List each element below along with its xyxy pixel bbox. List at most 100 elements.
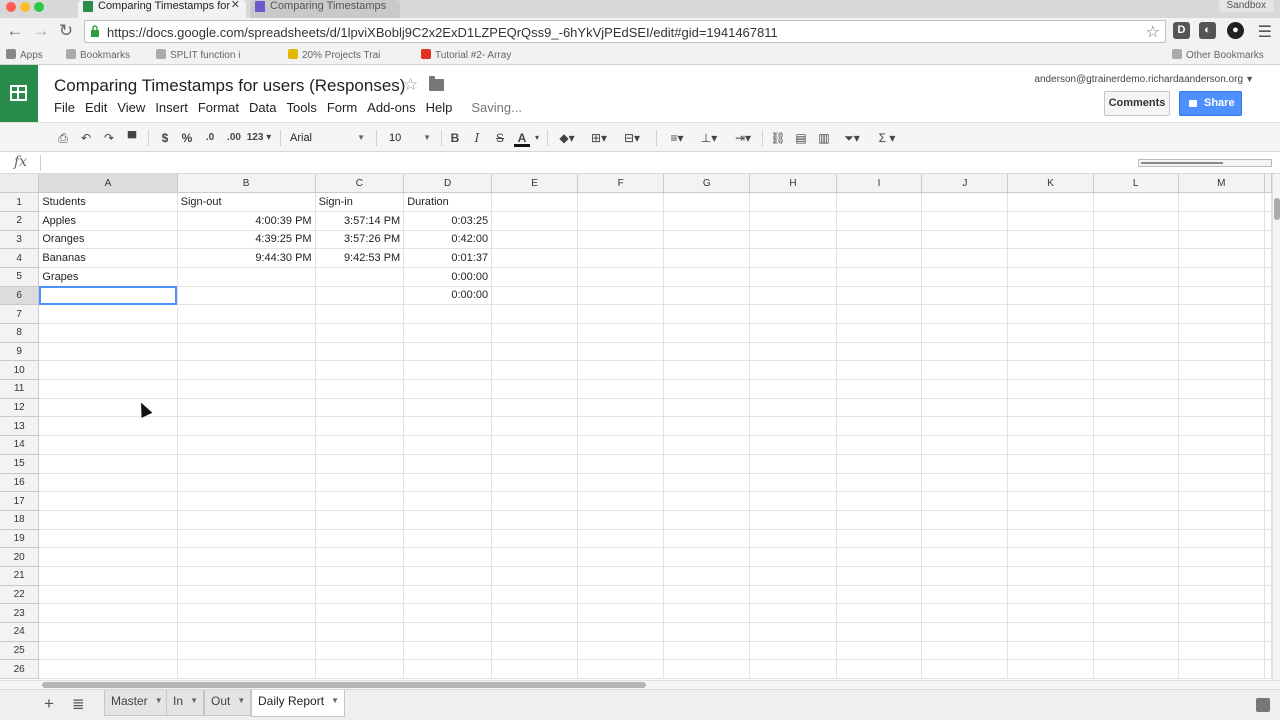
vertical-align-icon[interactable]: ⊥▾ — [696, 129, 722, 147]
select-all-corner[interactable] — [0, 174, 40, 194]
cell[interactable] — [663, 641, 751, 661]
row-header[interactable]: 25 — [0, 641, 40, 661]
close-window-icon[interactable] — [6, 2, 16, 12]
cell[interactable] — [749, 323, 837, 343]
cell[interactable] — [836, 491, 923, 511]
cell[interactable] — [836, 529, 923, 549]
cell[interactable] — [749, 473, 837, 493]
bookmark-item[interactable]: SPLIT function i — [156, 49, 240, 61]
menu-addons[interactable]: Add-ons — [367, 100, 415, 115]
cell[interactable] — [491, 416, 579, 437]
cell[interactable] — [663, 435, 751, 455]
filter-icon[interactable]: ⏷▾ — [839, 129, 865, 147]
cell[interactable] — [1007, 510, 1094, 530]
menu-help[interactable]: Help — [426, 100, 453, 115]
cell[interactable] — [836, 622, 923, 642]
cell[interactable] — [38, 659, 178, 680]
cell[interactable] — [177, 379, 316, 399]
cell[interactable] — [177, 360, 316, 381]
extension-icon[interactable]: ◐ — [1199, 22, 1216, 39]
column-header[interactable]: D — [403, 174, 493, 194]
cell[interactable] — [921, 510, 1009, 530]
cell[interactable] — [749, 360, 837, 381]
cell[interactable] — [491, 529, 579, 549]
row-header[interactable]: 9 — [0, 342, 40, 362]
cell[interactable] — [177, 342, 316, 362]
decrease-decimal-button[interactable]: .0 — [200, 129, 220, 147]
maximize-window-icon[interactable] — [34, 2, 44, 12]
cell[interactable] — [1007, 585, 1094, 605]
cell[interactable] — [663, 323, 751, 343]
cell[interactable] — [1178, 641, 1266, 661]
cell[interactable] — [403, 473, 493, 493]
cell[interactable] — [921, 192, 1009, 212]
cell[interactable] — [1178, 603, 1266, 623]
cell[interactable] — [1264, 454, 1272, 474]
cell[interactable] — [749, 267, 837, 287]
cell[interactable] — [749, 398, 837, 418]
row-header[interactable]: 22 — [0, 585, 40, 605]
functions-button[interactable]: Σ ▾ — [874, 129, 900, 147]
cell[interactable] — [1093, 323, 1179, 343]
cell[interactable] — [1178, 398, 1266, 418]
cell[interactable] — [38, 473, 178, 493]
cell[interactable] — [315, 454, 405, 474]
cell[interactable] — [491, 286, 579, 306]
cell[interactable] — [1007, 323, 1094, 343]
cell[interactable] — [1264, 342, 1272, 362]
cell[interactable] — [403, 622, 493, 642]
cell[interactable] — [577, 659, 665, 680]
font-size-select[interactable]: 10 ▼ — [389, 129, 431, 147]
column-header[interactable]: E — [491, 174, 579, 194]
bold-button[interactable]: B — [448, 129, 462, 147]
cell[interactable] — [177, 510, 316, 530]
cell[interactable] — [38, 547, 178, 567]
cell[interactable] — [177, 641, 316, 661]
cell[interactable] — [177, 435, 316, 455]
cell[interactable] — [38, 360, 178, 381]
cell[interactable] — [491, 267, 579, 287]
cell[interactable] — [491, 547, 579, 567]
cell[interactable] — [38, 454, 178, 474]
cell[interactable] — [1093, 585, 1179, 605]
cell[interactable] — [1007, 454, 1094, 474]
sheet-tab-master[interactable]: Master ▼ — [104, 690, 169, 716]
column-header[interactable]: B — [177, 174, 316, 194]
cell[interactable] — [663, 360, 751, 381]
row-header[interactable]: 23 — [0, 603, 40, 623]
cell[interactable] — [577, 304, 665, 324]
cell[interactable] — [663, 286, 751, 306]
text-color-button[interactable]: A — [514, 129, 530, 147]
cell[interactable] — [1264, 192, 1272, 212]
cell[interactable] — [315, 473, 405, 493]
row-header[interactable]: 26 — [0, 659, 40, 680]
cell[interactable] — [749, 286, 837, 306]
cell[interactable] — [663, 230, 751, 250]
menu-data[interactable]: Data — [249, 100, 276, 115]
cell[interactable] — [577, 435, 665, 455]
cell[interactable] — [491, 248, 579, 268]
borders-icon[interactable]: ⊞▾ — [587, 129, 611, 147]
cell[interactable] — [921, 286, 1009, 306]
share-button[interactable]: Share — [1179, 91, 1242, 116]
cell[interactable] — [1007, 659, 1094, 680]
undo-icon[interactable]: ↶ — [78, 129, 94, 147]
cell[interactable] — [577, 248, 665, 268]
cell[interactable]: 0:00:00 — [403, 267, 493, 287]
cell[interactable] — [577, 360, 665, 381]
cell[interactable] — [1093, 267, 1179, 287]
cell[interactable] — [491, 342, 579, 362]
cell[interactable] — [1264, 529, 1272, 549]
cell[interactable] — [315, 659, 405, 680]
cell[interactable] — [315, 286, 405, 306]
cell[interactable] — [315, 585, 405, 605]
cell[interactable]: 0:03:25 — [403, 211, 493, 231]
column-header[interactable]: H — [749, 174, 837, 194]
cell[interactable] — [38, 585, 178, 605]
cell[interactable] — [836, 342, 923, 362]
cell[interactable] — [491, 454, 579, 474]
cell[interactable] — [1264, 360, 1272, 381]
cell[interactable]: 3:57:14 PM — [315, 211, 405, 231]
cell[interactable] — [663, 454, 751, 474]
column-header[interactable] — [1264, 174, 1272, 194]
